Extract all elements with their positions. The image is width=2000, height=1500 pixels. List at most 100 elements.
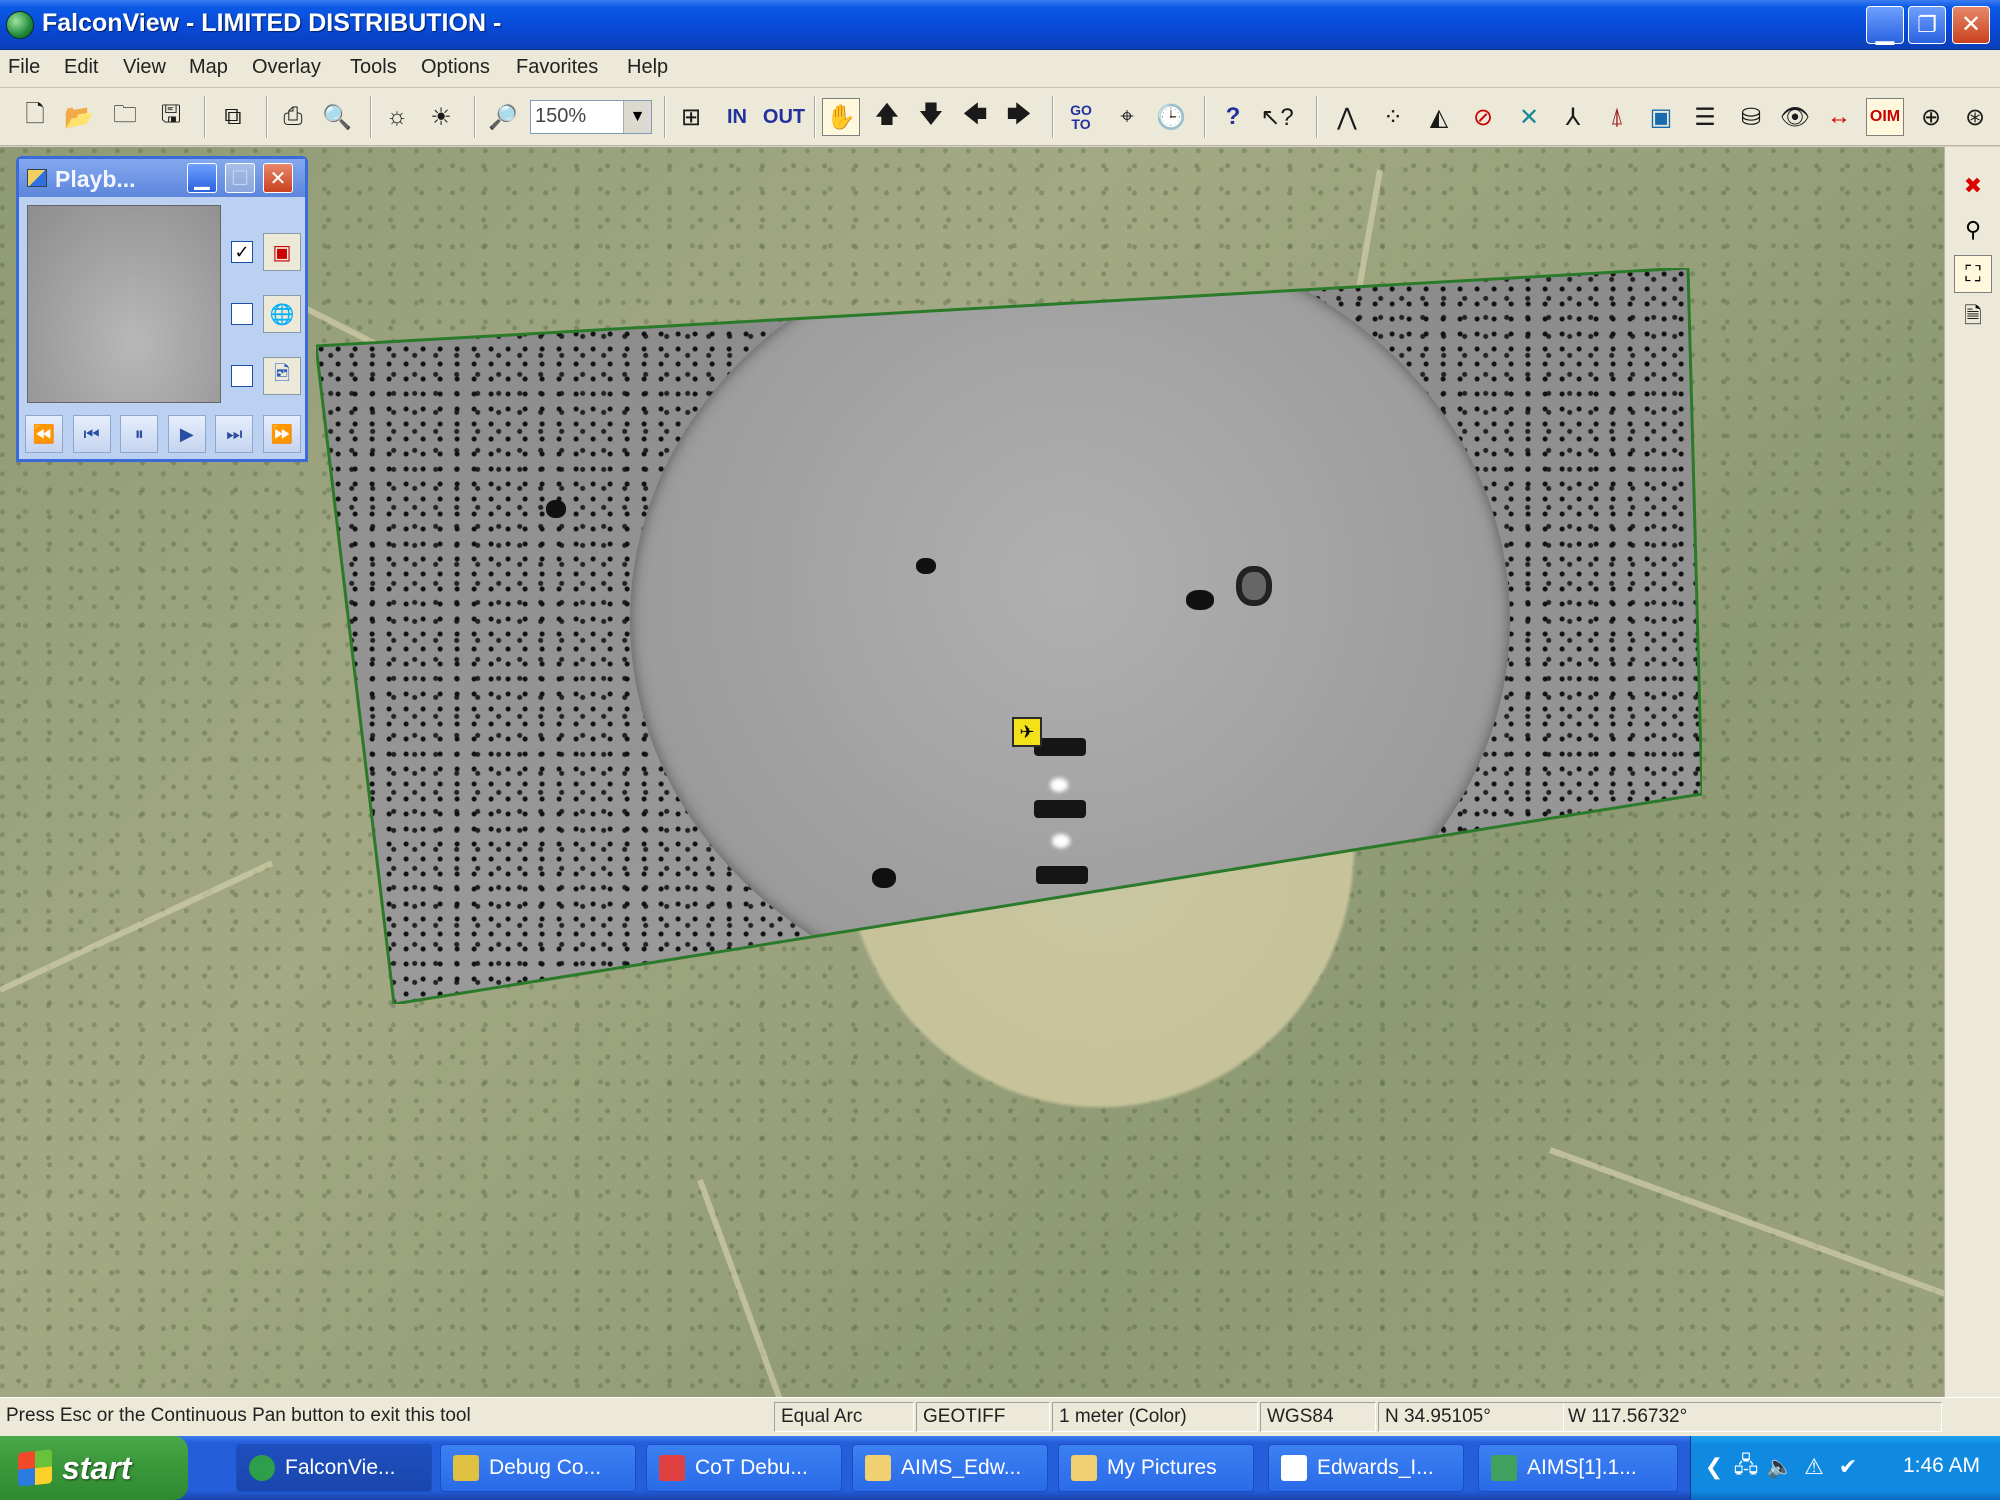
layer-checkbox[interactable] (231, 303, 253, 325)
menu-map[interactable]: Map (189, 56, 228, 79)
zoom-combo[interactable]: 150% ▼ (530, 100, 652, 134)
pan-down-button[interactable]: 🡇 (912, 98, 950, 136)
falconview-app-icon[interactable] (6, 11, 34, 39)
glint (1052, 834, 1070, 848)
updates-icon[interactable]: ✔ (1835, 1454, 1861, 1480)
threat-tool-button[interactable]: ⊘ (1464, 98, 1502, 136)
pan-right-button[interactable]: 🡆 (1000, 98, 1038, 136)
playback-maximize-button[interactable]: ☐ (225, 163, 255, 193)
task-aims-image[interactable]: AIMS[1].1... (1478, 1444, 1678, 1492)
menu-overlay[interactable]: Overlay (252, 56, 321, 79)
target-tool-button[interactable]: ⊛ (1956, 98, 1994, 136)
info-tool-icon: ⚲ (1964, 217, 1982, 242)
measure-button[interactable]: ↔ (1820, 98, 1858, 136)
frame-icon[interactable]: ▣ (263, 233, 301, 271)
pause-button[interactable]: ⏸ (120, 415, 159, 453)
fast-forward-button[interactable]: ⏩ (262, 415, 301, 453)
restore-button[interactable]: ❐ (1908, 6, 1946, 44)
network-icon[interactable]: 🖧 (1733, 1452, 1759, 1480)
zoom-in-button[interactable]: IN (718, 98, 756, 136)
close-button[interactable]: ✕ (1952, 6, 1990, 44)
minimize-button[interactable]: ▁ (1866, 6, 1904, 44)
status-datum: WGS84 (1260, 1402, 1376, 1432)
save-all-icon: ⧉ (224, 103, 242, 130)
clock-icon: 🕒 (1156, 103, 1186, 131)
center-map-button[interactable]: ⊞ (672, 98, 710, 136)
step-back-button[interactable]: ⏮ (72, 415, 111, 453)
chevron-down-icon[interactable]: ▼ (623, 101, 651, 133)
brightness-up-button[interactable]: ☀ (422, 98, 460, 136)
layer-checkbox[interactable]: ✓ (231, 241, 253, 263)
print-preview-button[interactable]: 🔍 (318, 98, 356, 136)
intersection-tool-button[interactable]: ✕ (1510, 98, 1548, 136)
menu-help[interactable]: Help (627, 56, 668, 79)
playback-minimize-button[interactable]: ▁ (187, 163, 217, 193)
globe-icon[interactable]: 🌐 (263, 295, 301, 333)
task-aims-folder[interactable]: AIMS_Edw... (852, 1444, 1048, 1492)
properties-button[interactable]: 🗎 (1954, 299, 1992, 337)
menu-options[interactable]: Options (421, 56, 490, 79)
crosshair-button[interactable]: ⌖ (1108, 98, 1146, 136)
playback-thumbnail[interactable] (27, 205, 221, 403)
view-button[interactable]: 👁 (1776, 98, 1814, 136)
points-tool-button[interactable]: ⁘ (1374, 98, 1412, 136)
menu-view[interactable]: View (123, 56, 166, 79)
rewind-button[interactable]: ⏪ (25, 415, 63, 453)
chevron-left-icon[interactable]: ❮ (1701, 1454, 1727, 1480)
help-button[interactable]: ? (1214, 98, 1252, 136)
security-icon[interactable]: ⚠ (1801, 1454, 1827, 1480)
pan-left-button[interactable]: 🡄 (956, 98, 994, 136)
task-edwards-document[interactable]: Edwards_I... (1268, 1444, 1464, 1492)
time-button[interactable]: 🕒 (1152, 98, 1190, 136)
new-button[interactable]: 🗋 (16, 98, 54, 136)
open-button[interactable]: 📂 (60, 98, 98, 136)
obstruction-tool-button[interactable]: ⍋ (1598, 98, 1636, 136)
zoom-out-button[interactable]: OUT (762, 98, 806, 136)
task-debug-console[interactable]: Debug Co... (440, 1444, 636, 1492)
title-bar[interactable]: FalconView - LIMITED DISTRIBUTION - ▁ ❐ … (0, 0, 2000, 50)
task-my-pictures[interactable]: My Pictures (1058, 1444, 1254, 1492)
aircraft-icon[interactable]: ✈ (1012, 717, 1042, 747)
task-cot-debug[interactable]: CoT Debu... (646, 1444, 842, 1492)
status-latitude: N 34.95105° (1378, 1402, 1564, 1432)
info-tool-button[interactable]: ⚲ (1954, 211, 1992, 249)
delete-tool-button[interactable]: ✖ (1954, 167, 1992, 205)
volume-icon[interactable]: 🔈 (1766, 1454, 1793, 1480)
save-all-button[interactable]: ⧉ (214, 98, 252, 136)
zoom-percent-button[interactable]: 🔎 (484, 98, 522, 136)
menu-tools[interactable]: Tools (350, 56, 397, 79)
menu-edit[interactable]: Edit (64, 56, 98, 79)
drawing-tool-button[interactable]: ◭ (1420, 98, 1458, 136)
airfield-tool-button[interactable]: ⅄ (1554, 98, 1592, 136)
select-tool-button[interactable]: ⛶ (1954, 255, 1992, 293)
playback-close-button[interactable]: ✕ (263, 163, 293, 193)
print-button[interactable]: ⎙ (274, 98, 312, 136)
layers-button[interactable]: ☰ (1686, 98, 1724, 136)
toolbar-separator (204, 96, 206, 138)
continuous-pan-button[interactable]: ✋ (822, 98, 860, 136)
open-overlay-button[interactable]: 🗀 (106, 98, 144, 136)
clock[interactable]: 1:46 AM (1903, 1454, 1980, 1478)
status-projection: Equal Arc (774, 1402, 914, 1432)
menu-file[interactable]: File (8, 56, 40, 79)
map-data-button[interactable]: ⛁ (1732, 98, 1770, 136)
menu-favorites[interactable]: Favorites (516, 56, 598, 79)
playback-title-bar[interactable]: Playb... ▁ ☐ ✕ (19, 159, 305, 197)
start-button[interactable]: start (0, 1436, 188, 1500)
play-button[interactable]: ▶ (167, 415, 206, 453)
step-forward-button[interactable]: ⏭ (215, 415, 254, 453)
layer-checkbox[interactable] (231, 365, 253, 387)
save-button[interactable]: 🖫 (152, 98, 190, 136)
goto-button[interactable]: GO TO (1062, 98, 1100, 136)
pan-up-button[interactable]: 🡅 (868, 98, 906, 136)
context-help-button[interactable]: ↖? (1258, 98, 1296, 136)
oim-button[interactable]: OIM (1866, 98, 1904, 136)
image-overlay-button[interactable]: ▣ (1642, 98, 1680, 136)
route-tool-button[interactable]: ⋀ (1328, 98, 1366, 136)
task-falconview[interactable]: FalconVie... (236, 1444, 432, 1492)
playback-controls: ⏪ ⏮ ⏸ ▶ ⏭ ⏩ (25, 415, 301, 455)
arrow-up-icon: 🡅 (874, 100, 900, 128)
brightness-down-button[interactable]: ☼ (378, 98, 416, 136)
search-tool-button[interactable]: ⊕ (1912, 98, 1950, 136)
image-icon[interactable]: 🖻 (263, 357, 301, 395)
